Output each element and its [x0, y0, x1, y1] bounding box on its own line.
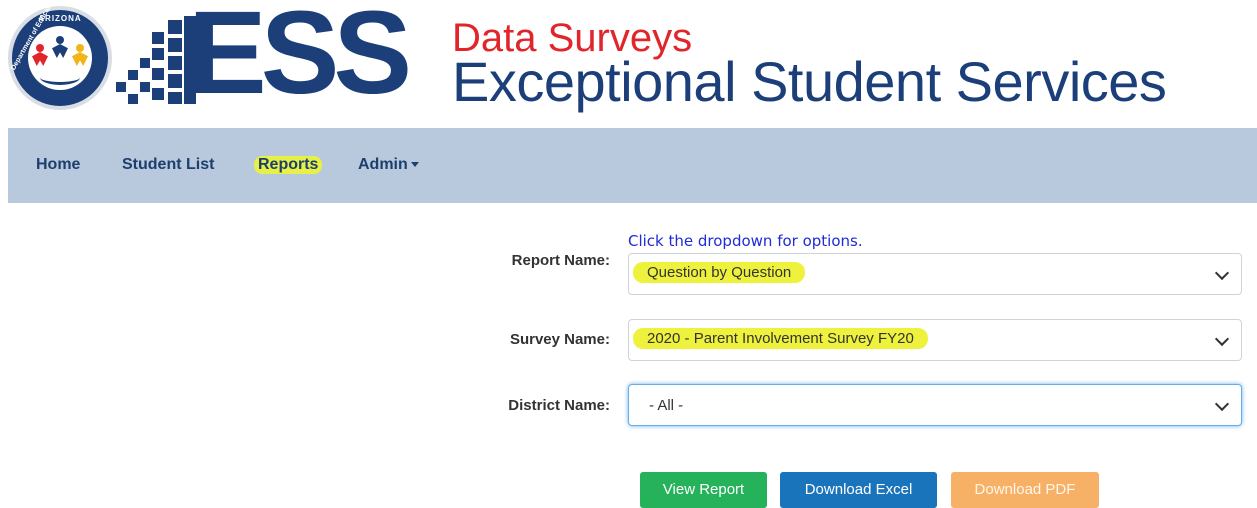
chevron-down-icon — [1214, 396, 1230, 412]
child-figure-icon — [32, 44, 48, 68]
download-pdf-button[interactable]: Download PDF — [951, 472, 1099, 508]
pixel-pattern-logo — [116, 12, 196, 104]
download-excel-button[interactable]: Download Excel — [780, 472, 937, 508]
nav-student-list[interactable]: Student List — [122, 156, 214, 174]
exceptional-student-services-title: Exceptional Student Services — [452, 50, 1167, 113]
nav-home[interactable]: Home — [36, 156, 80, 174]
chevron-down-icon — [1214, 331, 1230, 347]
report-name-value: Question by Question — [633, 262, 806, 283]
district-name-label: District Name: — [508, 397, 610, 414]
report-name-label: Report Name: — [511, 252, 610, 269]
ess-logo-text: ESS — [188, 0, 412, 119]
district-name-value: - All - — [649, 397, 684, 414]
seal-top-text: ARIZONA — [38, 14, 82, 23]
nav-admin-label: Admin — [358, 156, 408, 173]
report-name-select[interactable]: Question by Question — [628, 253, 1242, 295]
child-figure-icon — [52, 36, 68, 60]
caret-down-icon — [410, 162, 419, 168]
site-header: ARIZONA Department of Education ESS Data… — [0, 0, 1257, 128]
child-figure-icon — [72, 44, 88, 68]
dropdown-hint: Click the dropdown for options. — [628, 232, 863, 250]
chevron-down-icon — [1214, 265, 1230, 281]
arizona-seal-logo: ARIZONA Department of Education — [8, 0, 112, 110]
seal-inner — [28, 26, 92, 90]
nav-admin-dropdown[interactable]: Admin — [358, 156, 419, 174]
book-icon — [40, 70, 80, 85]
survey-name-select[interactable]: 2020 - Parent Involvement Survey FY20 — [628, 319, 1242, 361]
main-navbar: Home Student List Reports Admin — [8, 128, 1257, 203]
survey-name-value: 2020 - Parent Involvement Survey FY20 — [633, 328, 928, 349]
view-report-button[interactable]: View Report — [640, 472, 767, 508]
district-name-select[interactable]: - All - — [628, 384, 1242, 426]
survey-name-label: Survey Name: — [509, 331, 610, 348]
nav-reports[interactable]: Reports — [254, 156, 323, 174]
